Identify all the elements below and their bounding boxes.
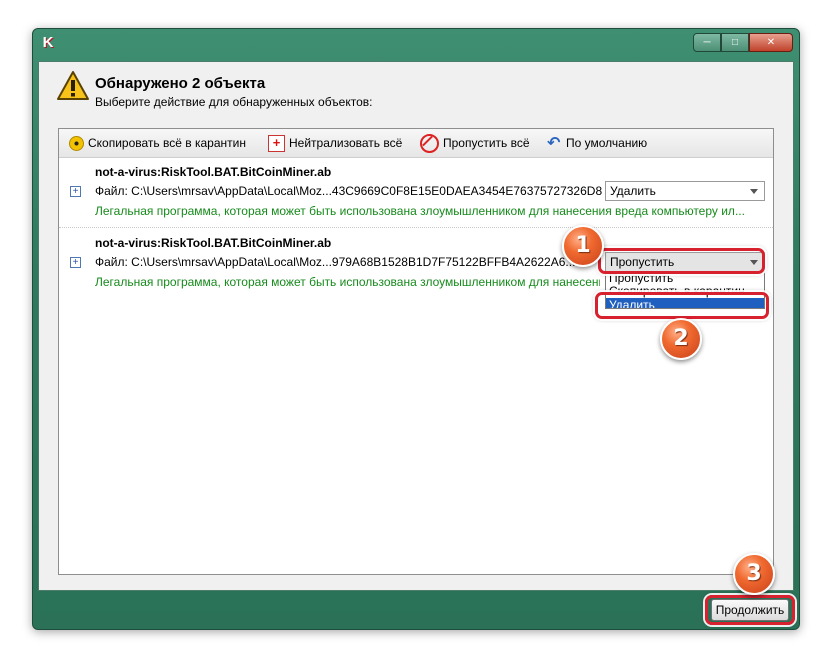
kaspersky-logo-icon: K — [42, 34, 54, 51]
red-cross-icon: + — [268, 134, 285, 152]
neutralize-all-label: Нейтрализовать всё — [289, 136, 403, 150]
expand-icon[interactable]: + — [70, 186, 81, 197]
warning-icon — [57, 71, 89, 100]
action-select-value: Пропустить — [610, 255, 675, 269]
chevron-down-icon — [750, 189, 758, 194]
default-label: По умолчанию — [566, 136, 648, 150]
object-name: not-a-virus:RiskTool.BAT.BitCoinMiner.ab — [95, 236, 332, 250]
window-controls: ─ □ ✕ — [693, 33, 793, 52]
continue-button[interactable]: Продолжить — [711, 599, 789, 621]
object-description: Легальная программа, которая может быть … — [95, 204, 745, 218]
quarantine-all-label: Скопировать всё в карантин — [88, 136, 246, 150]
close-icon: ✕ — [766, 37, 776, 48]
callout-badge-1: 1 — [562, 225, 604, 267]
object-file-path: Файл: C:\Users\mrsav\AppData\Local\Moz..… — [95, 184, 603, 198]
callout-badge-3: 3 — [733, 553, 775, 595]
dialog-title: Обнаружено 2 объекта — [95, 75, 266, 92]
object-name: not-a-virus:RiskTool.BAT.BitCoinMiner.ab — [95, 165, 332, 179]
object-file-path: Файл: C:\Users\mrsav\AppData\Local\Moz..… — [95, 255, 584, 269]
default-button[interactable]: ↶ По умолчанию — [547, 135, 647, 151]
minimize-button[interactable]: ─ — [693, 33, 721, 52]
object-description: Легальная программа, которая может быть … — [95, 275, 600, 289]
detected-object-1: not-a-virus:RiskTool.BAT.BitCoinMiner.ab… — [59, 157, 773, 228]
expand-icon[interactable]: + — [70, 257, 81, 268]
chevron-down-icon — [750, 260, 758, 265]
detected-object-2: not-a-virus:RiskTool.BAT.BitCoinMiner.ab… — [59, 228, 773, 309]
action-select-value: Удалить — [610, 184, 656, 198]
action-select-2[interactable]: Пропустить — [605, 252, 765, 272]
option-quarantine[interactable]: Скопировать в карантин — [606, 285, 764, 298]
maximize-icon: □ — [731, 37, 739, 48]
neutralize-all-button[interactable]: + Нейтрализовать всё — [268, 134, 403, 152]
close-button[interactable]: ✕ — [749, 33, 793, 52]
minimize-icon: ─ — [703, 37, 711, 48]
undo-arrow-icon: ↶ — [547, 134, 561, 152]
option-delete[interactable]: Удалить — [606, 298, 764, 308]
prohibited-icon — [420, 133, 439, 153]
quarantine-all-button[interactable]: Скопировать всё в карантин — [69, 135, 246, 151]
callout-badge-2: 2 — [660, 318, 702, 360]
maximize-button[interactable]: □ — [721, 33, 749, 52]
actions-toolbar: Скопировать всё в карантин + Нейтрализов… — [59, 129, 773, 158]
radiation-icon — [69, 135, 84, 151]
skip-all-label: Пропустить всё — [443, 136, 530, 150]
dialog-subtitle: Выберите действие для обнаруженных объек… — [95, 95, 373, 109]
action-select-1[interactable]: Удалить — [605, 181, 765, 201]
skip-all-button[interactable]: Пропустить всё — [420, 133, 530, 153]
action-dropdown-list: Пропустить Скопировать в карантин Удалит… — [605, 271, 765, 309]
